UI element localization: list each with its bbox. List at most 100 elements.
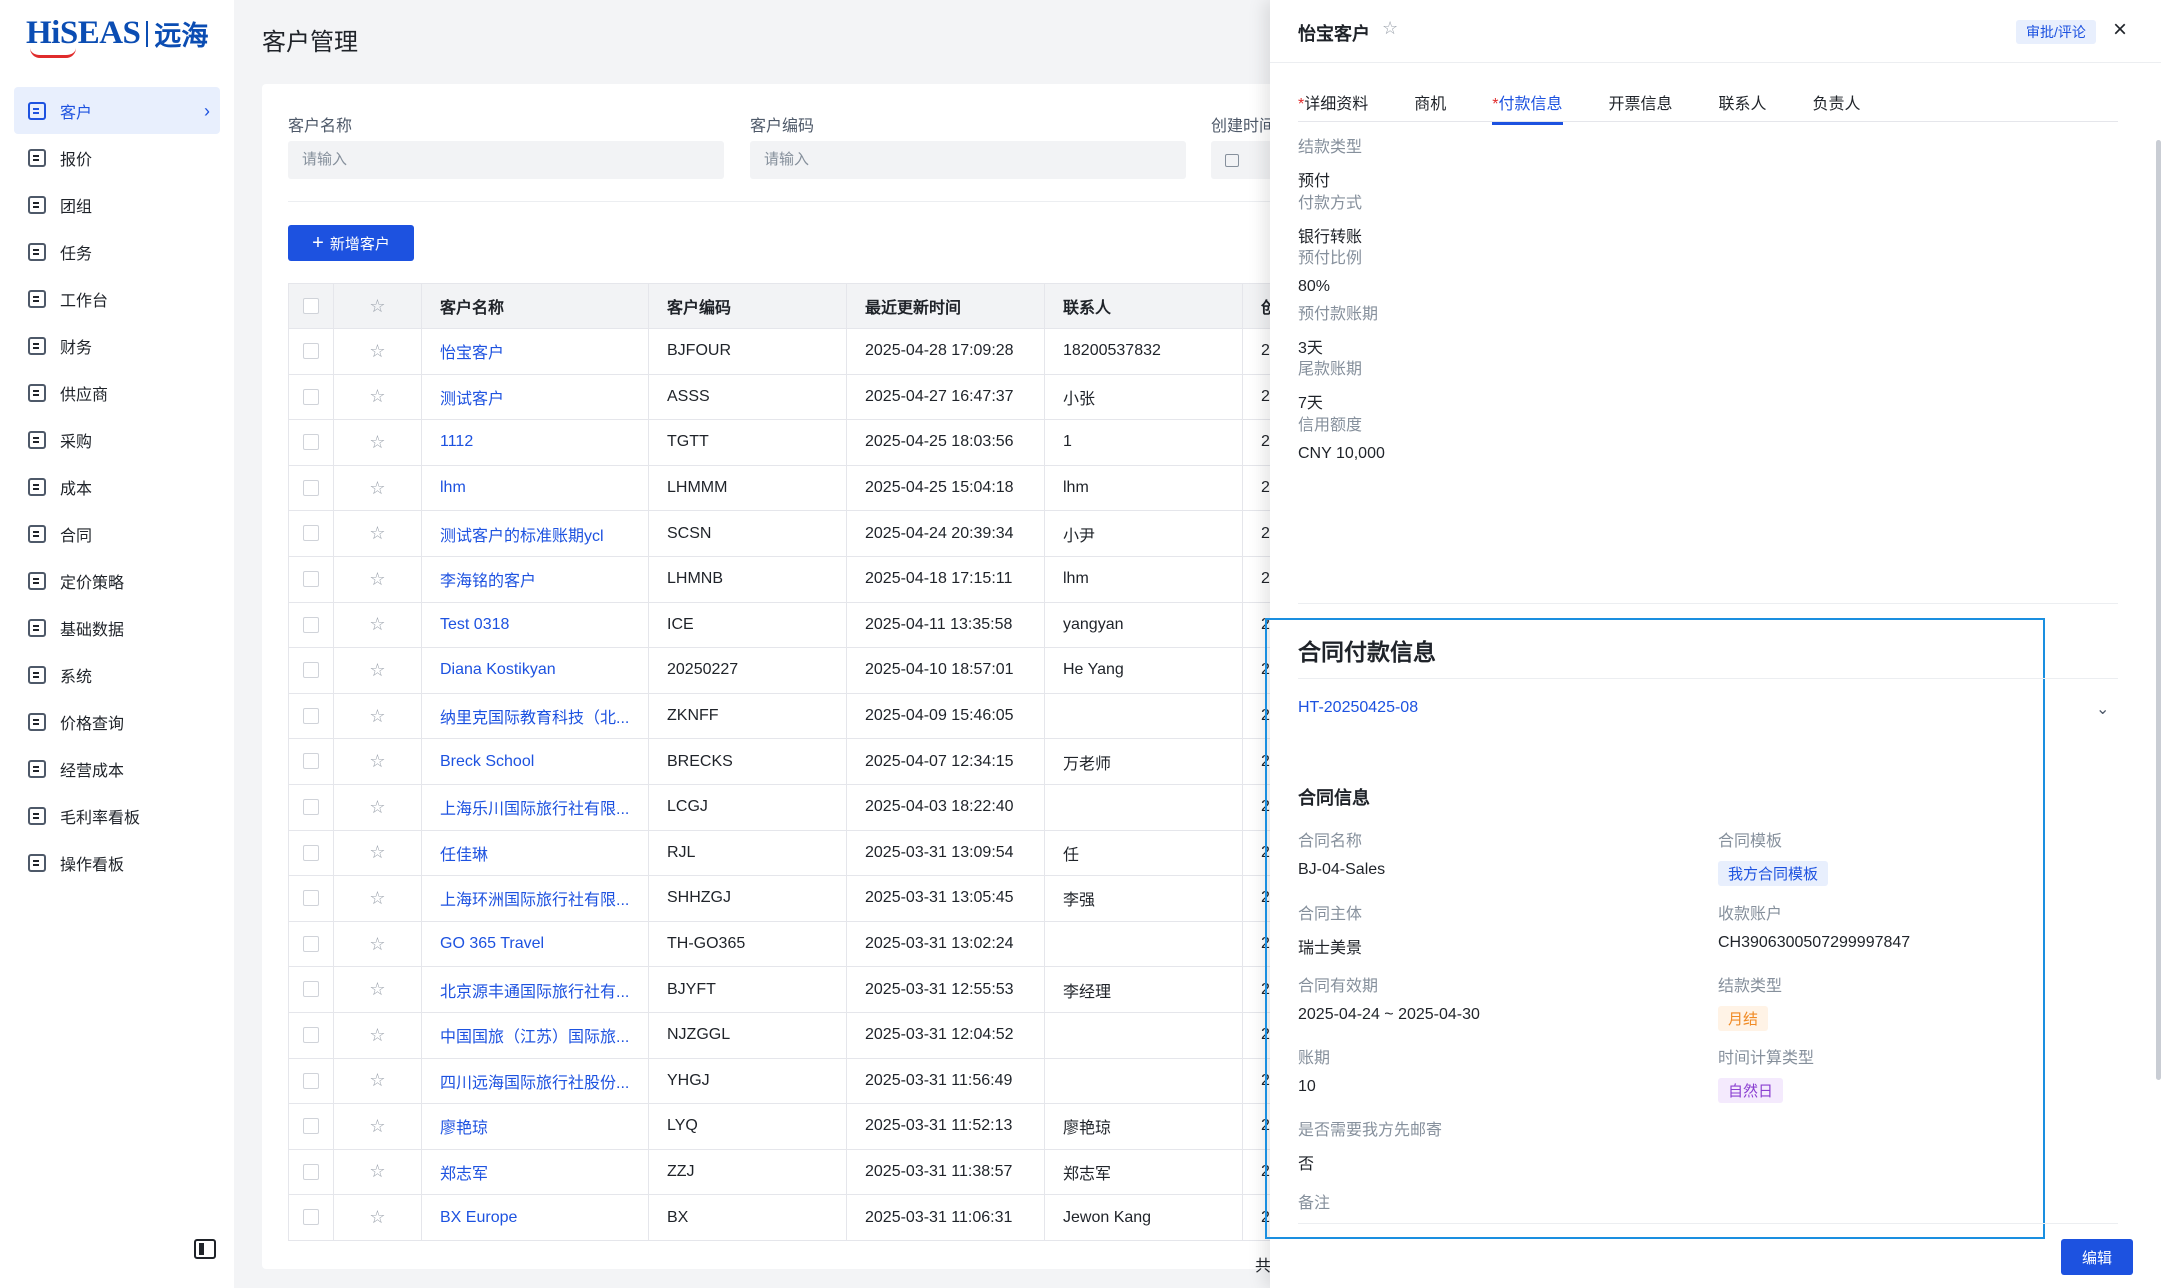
row-checkbox-cell[interactable] xyxy=(288,692,334,740)
star-icon[interactable]: ☆ xyxy=(369,1070,385,1090)
row-star-cell[interactable]: ☆ xyxy=(333,829,422,877)
row-star-cell[interactable]: ☆ xyxy=(333,1148,422,1196)
row-checkbox-cell[interactable] xyxy=(288,328,334,375)
table-row[interactable]: ☆ 郑志军 ZZJ 2025-03-31 11:38:57 郑志军 2 xyxy=(288,1148,1361,1196)
tab-0[interactable]: *详细资料 xyxy=(1298,90,1368,122)
customer-name-link[interactable]: 上海环洲国际旅行社有限... xyxy=(421,875,649,922)
customer-name-input[interactable]: 请输入 xyxy=(288,141,724,179)
row-star-cell[interactable]: ☆ xyxy=(333,1103,422,1150)
row-star-cell[interactable]: ☆ xyxy=(333,373,422,421)
star-icon[interactable]: ☆ xyxy=(369,706,385,726)
col-header-name[interactable]: 客户名称 xyxy=(421,283,649,329)
table-row[interactable]: ☆ BX Europe BX 2025-03-31 11:06:31 Jewon Kan… xyxy=(288,1194,1361,1241)
row-checkbox[interactable] xyxy=(303,1209,319,1226)
star-icon[interactable]: ☆ xyxy=(369,842,385,862)
sidebar-item-15[interactable]: 毛利率看板 xyxy=(14,792,220,839)
tab-2[interactable]: *付款信息 xyxy=(1492,90,1563,125)
row-checkbox[interactable] xyxy=(303,981,319,998)
star-icon[interactable]: ☆ xyxy=(369,523,385,543)
row-checkbox-cell[interactable] xyxy=(288,875,334,922)
sidebar-item-7[interactable]: 采购 xyxy=(14,416,220,463)
edit-button[interactable]: 编辑 xyxy=(2061,1239,2133,1275)
row-checkbox[interactable] xyxy=(303,571,319,588)
customer-name-link[interactable]: 怡宝客户 xyxy=(421,328,649,375)
contract-number-link[interactable]: HT-20250425-08 xyxy=(1298,699,1418,717)
sidebar-item-2[interactable]: 团组 xyxy=(14,181,220,228)
star-icon[interactable]: ☆ xyxy=(369,751,385,771)
table-row[interactable]: ☆ 1112 TGTT 2025-04-25 18:03:56 1 2 xyxy=(288,419,1361,466)
customer-name-link[interactable]: Diana Kostikyan xyxy=(421,647,649,694)
row-checkbox-cell[interactable] xyxy=(288,1011,334,1059)
table-row[interactable]: ☆ 四川远海国际旅行社股份... YHGJ 2025-03-31 11:56:49 2 xyxy=(288,1057,1361,1105)
row-star-cell[interactable]: ☆ xyxy=(333,464,422,512)
hiseas-logo[interactable]: HiSEAS 远海 xyxy=(26,14,208,58)
row-star-cell[interactable]: ☆ xyxy=(333,647,422,694)
row-star-cell[interactable]: ☆ xyxy=(333,966,422,1013)
col-header-contact[interactable]: 联系人 xyxy=(1044,283,1243,329)
customer-code-input[interactable]: 请输入 xyxy=(750,141,1186,179)
row-star-cell[interactable]: ☆ xyxy=(333,328,422,375)
customer-name-link[interactable]: 1112 xyxy=(421,419,649,466)
sidebar-item-11[interactable]: 基础数据 xyxy=(14,604,220,651)
row-checkbox-cell[interactable] xyxy=(288,647,334,694)
star-icon[interactable]: ☆ xyxy=(369,797,385,817)
star-icon[interactable]: ☆ xyxy=(369,614,385,634)
row-checkbox-cell[interactable] xyxy=(288,783,334,831)
row-checkbox-cell[interactable] xyxy=(288,966,334,1013)
row-checkbox-cell[interactable] xyxy=(288,829,334,877)
customer-name-link[interactable]: Breck School xyxy=(421,738,649,785)
sidebar-collapse-icon[interactable] xyxy=(194,1239,216,1259)
select-all-checkbox[interactable] xyxy=(303,297,319,314)
sidebar-item-9[interactable]: 合同 xyxy=(14,510,220,557)
sidebar-item-8[interactable]: 成本 xyxy=(14,463,220,510)
star-icon[interactable]: ☆ xyxy=(369,432,385,452)
customer-name-link[interactable]: 廖艳琼 xyxy=(421,1103,649,1150)
customer-name-link[interactable]: 李海铭的客户 xyxy=(421,555,649,603)
row-checkbox[interactable] xyxy=(303,616,319,633)
star-icon[interactable]: ☆ xyxy=(369,660,385,680)
star-icon[interactable]: ☆ xyxy=(369,1161,385,1181)
tab-5[interactable]: 负责人 xyxy=(1813,90,1861,122)
tab-1[interactable]: 商机 xyxy=(1414,90,1446,122)
row-checkbox[interactable] xyxy=(303,844,319,861)
chevron-down-icon[interactable]: ⌄ xyxy=(2096,699,2109,719)
sidebar-item-13[interactable]: 价格查询 xyxy=(14,698,220,745)
col-header-updated[interactable]: 最近更新时间 xyxy=(846,283,1045,329)
row-star-cell[interactable]: ☆ xyxy=(333,920,422,968)
customer-name-link[interactable]: lhm xyxy=(421,464,649,512)
table-row[interactable]: ☆ 北京源丰通国际旅行社有... BJYFT 2025-03-31 12:55:53 李… xyxy=(288,966,1361,1013)
sidebar-item-6[interactable]: 供应商 xyxy=(14,369,220,416)
add-customer-button[interactable]: + 新增客户 xyxy=(288,225,414,261)
table-row[interactable]: ☆ Diana Kostikyan 20250227 2025-04-10 18:57… xyxy=(288,647,1361,694)
star-icon[interactable]: ☆ xyxy=(369,888,385,908)
row-star-cell[interactable]: ☆ xyxy=(333,510,422,557)
sidebar-item-14[interactable]: 经营成本 xyxy=(14,745,220,792)
star-icon[interactable]: ☆ xyxy=(369,1116,385,1136)
sidebar-item-0[interactable]: 客户 › xyxy=(14,87,220,134)
table-row[interactable]: ☆ 测试客户的标准账期ycl SCSN 2025-04-24 20:39:34 小尹 2 xyxy=(288,510,1361,557)
row-checkbox[interactable] xyxy=(303,935,319,952)
table-row[interactable]: ☆ lhm LHMMM 2025-04-25 15:04:18 lhm 2 xyxy=(288,464,1361,512)
sidebar-item-16[interactable]: 操作看板 xyxy=(14,839,220,886)
row-checkbox[interactable] xyxy=(303,479,319,496)
table-row[interactable]: ☆ 测试客户 ASSS 2025-04-27 16:47:37 小张 2 xyxy=(288,373,1361,421)
favorite-star-icon[interactable]: ☆ xyxy=(1382,18,1398,39)
drawer-scrollbar[interactable] xyxy=(2156,140,2161,1080)
row-checkbox[interactable] xyxy=(303,525,319,542)
row-checkbox-cell[interactable] xyxy=(288,920,334,968)
customer-name-link[interactable]: 上海乐川国际旅行社有限... xyxy=(421,783,649,831)
customer-name-link[interactable]: 四川远海国际旅行社股份... xyxy=(421,1057,649,1105)
sidebar-item-12[interactable]: 系统 xyxy=(14,651,220,698)
row-star-cell[interactable]: ☆ xyxy=(333,738,422,785)
sidebar-item-1[interactable]: 报价 xyxy=(14,134,220,181)
row-checkbox-cell[interactable] xyxy=(288,373,334,421)
row-checkbox[interactable] xyxy=(303,1118,319,1135)
row-checkbox-cell[interactable] xyxy=(288,555,334,603)
tab-3[interactable]: 开票信息 xyxy=(1609,90,1673,122)
row-checkbox[interactable] xyxy=(303,343,319,360)
row-checkbox-cell[interactable] xyxy=(288,1194,334,1241)
row-checkbox-cell[interactable] xyxy=(288,738,334,785)
customer-name-link[interactable]: 任佳琳 xyxy=(421,829,649,877)
row-checkbox-cell[interactable] xyxy=(288,601,334,649)
row-star-cell[interactable]: ☆ xyxy=(333,875,422,922)
